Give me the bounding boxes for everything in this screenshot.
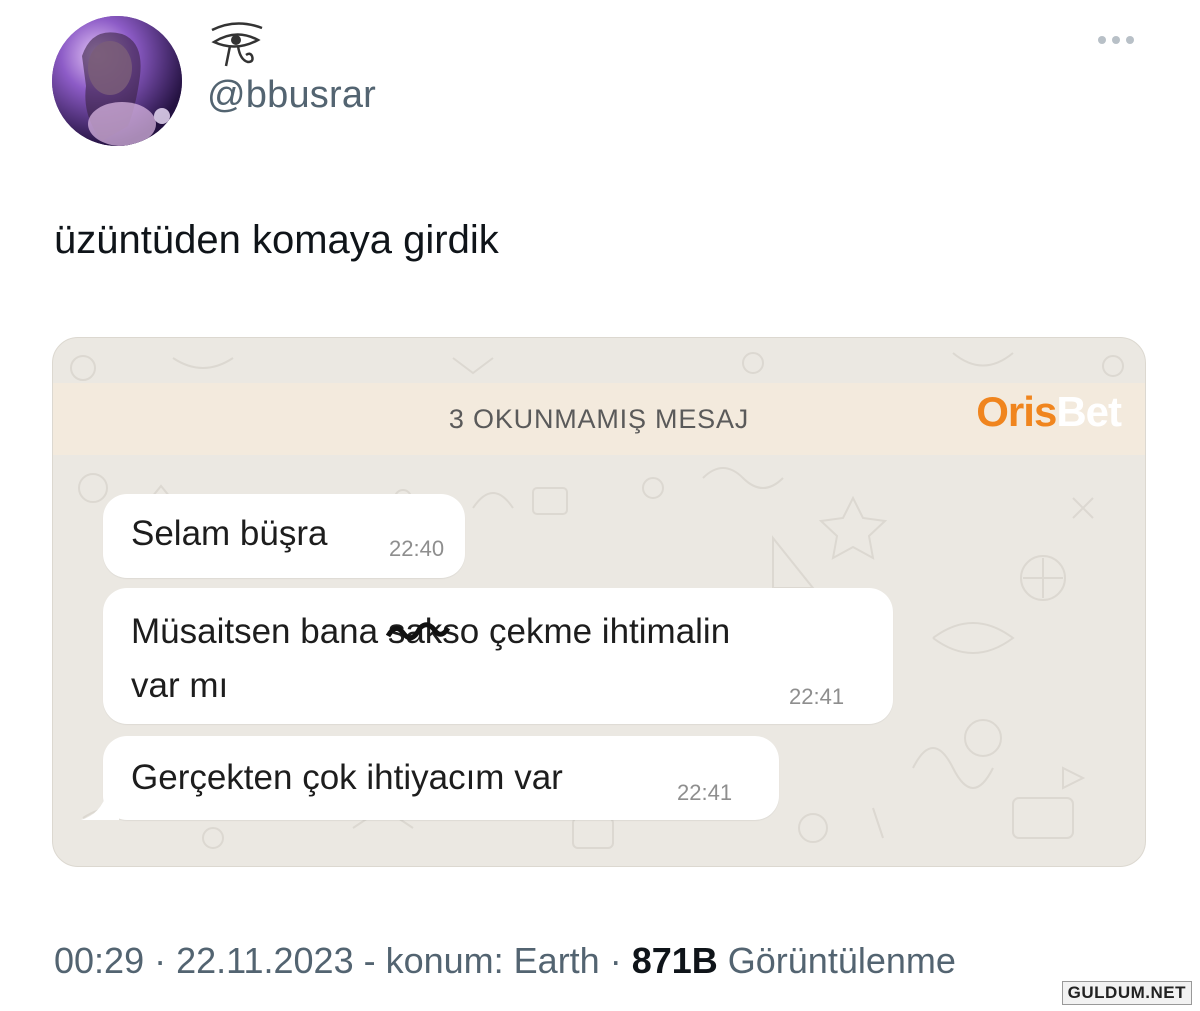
- avatar[interactable]: [52, 16, 182, 146]
- views-label: Görüntülenme: [717, 940, 956, 981]
- tweet-card: @bbusrar üzüntüden komaya girdik 3 OKUNM…: [0, 0, 1200, 1011]
- site-watermark: GULDUM.NET: [1061, 981, 1192, 1005]
- chat-message-bubble[interactable]: Gerçekten çok ihtiyacım var 22:41: [103, 736, 779, 820]
- view-count: 871B: [631, 940, 718, 981]
- message-time: 22:41: [789, 684, 845, 709]
- chat-message-bubble[interactable]: Selam büşra 22:40: [103, 494, 465, 578]
- message-text-line1: Müsaitsen bana sak so çekme ihtimalin: [131, 612, 730, 652]
- tweet-location: - konum: Earth: [353, 940, 600, 981]
- bubble-tail-icon: [81, 792, 119, 820]
- message-text: Selam büşra: [131, 514, 328, 553]
- message-text-line2: var mı: [131, 666, 229, 705]
- watermark-part-a: Oris: [976, 388, 1057, 435]
- tweet-time[interactable]: 00:29: [54, 940, 144, 981]
- message-time: 22:41: [677, 780, 733, 805]
- tweet-text: üzüntüden komaya girdik: [54, 218, 499, 262]
- user-handle[interactable]: @bbusrar: [207, 74, 376, 117]
- message-text-pre: Müsaitsen bana: [131, 612, 388, 651]
- dot-icon: [1126, 36, 1134, 44]
- watermark-part-b: Bet: [1056, 388, 1122, 435]
- more-options-icon[interactable]: [1098, 30, 1142, 50]
- message-text-post: so çekme ihtimalin: [442, 612, 731, 651]
- chat-screenshot-image[interactable]: 3 OKUNMAMIŞ MESAJ OrisBet Selam büşra 22…: [52, 337, 1146, 867]
- unread-banner-text: 3 OKUNMAMIŞ MESAJ: [448, 403, 750, 434]
- dot-icon: [1098, 36, 1106, 44]
- dot-icon: [1112, 36, 1120, 44]
- scribbled-word: sak: [385, 612, 450, 652]
- message-time: 22:40: [389, 536, 445, 561]
- chat-message-bubble[interactable]: Müsaitsen bana sak so çekme ihtimalin var…: [103, 588, 893, 724]
- tweet-metadata: 00:29 · 22.11.2023 - konum: Earth · 871B…: [54, 940, 956, 981]
- message-text: Gerçekten çok ihtiyacım var: [131, 758, 563, 797]
- tweet-date[interactable]: 22.11.2023: [176, 940, 354, 981]
- eye-of-horus-icon: [208, 20, 266, 72]
- orisbet-watermark: OrisBet: [976, 388, 1122, 436]
